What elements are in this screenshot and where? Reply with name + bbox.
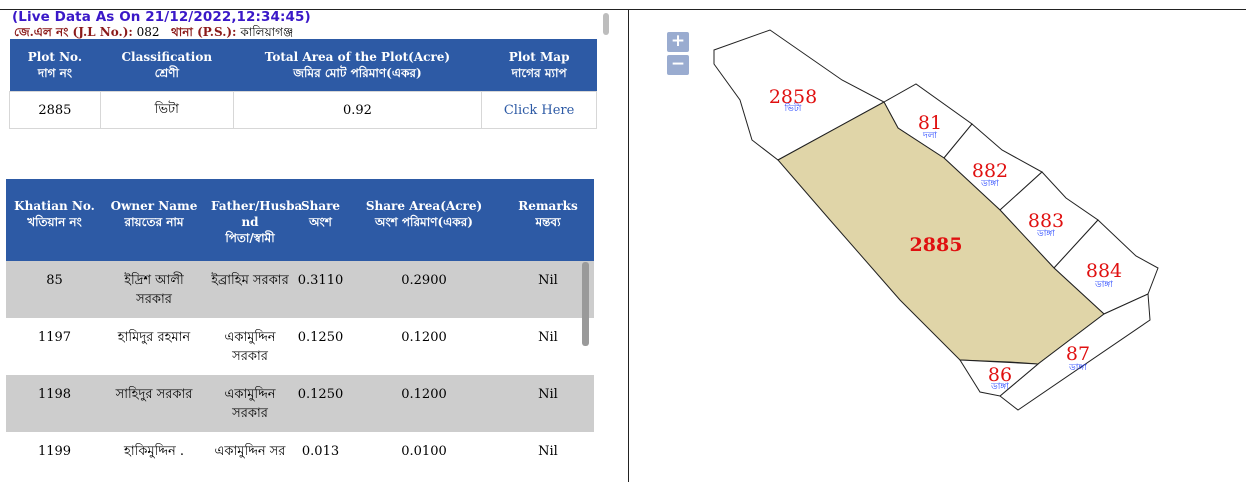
plot-num-884: 884: [1086, 260, 1122, 282]
cell-share: 0.1250: [295, 375, 346, 432]
cell-khatian: 1198: [6, 375, 103, 432]
plot-table-header: Plot No. দাগ নং Classification শ্রেণী Tota…: [9, 39, 597, 92]
header-khatian: Khatian No. খতিয়ান নং: [6, 179, 103, 261]
plot-table: Plot No. দাগ নং Classification শ্রেণী Tota…: [9, 39, 597, 129]
cell-area: 0.92: [232, 91, 483, 129]
cell-share: 0.013: [301, 444, 340, 459]
cell-remarks: Nil: [538, 330, 558, 345]
cell-owner: ইদ্রিশ আলী সরকার: [103, 261, 205, 318]
ps-label: থানা (P.S.):: [171, 25, 237, 39]
header-plot-no: Plot No. দাগ নং: [9, 39, 101, 92]
table-row: 1197 হামিদুর রহমান একামুদ্দিন সরকার 0.12…: [6, 318, 594, 375]
cell-khatian: 85: [6, 261, 103, 318]
cell-share: 0.1250: [297, 330, 344, 345]
plot-type-882: ডাঙ্গা: [980, 179, 999, 189]
cell-owner: হাকিমুদ্দিন .: [124, 444, 184, 459]
plot-type-87: ডাঙ্গা: [1068, 363, 1087, 373]
cell-share-area: 0.1200: [401, 330, 447, 345]
plot-type-883: ডাঙ্গা: [1036, 229, 1055, 239]
cell-share-area: 0.1200: [346, 375, 502, 432]
plot-num-87: 87: [1066, 343, 1090, 365]
table-row: 85 ইদ্রিশ আলী সরকার ইব্রাহিম সরকার 0.311…: [6, 261, 594, 318]
cell-father: ইব্রাহিম সরকার: [205, 261, 295, 318]
live-data-timestamp: (Live Data As On 21/12/2022,12:34:45): [12, 9, 311, 25]
cell-remarks: Nil: [502, 261, 594, 318]
cell-plot-no: 2885: [9, 91, 101, 129]
cell-share-area: 0.0100: [401, 444, 447, 459]
header-share: Share অংশ: [295, 179, 346, 261]
owner-table-container[interactable]: Khatian No. খতিয়ান নং Owner Name রায়তের …: [6, 179, 594, 461]
cell-plot-map: Click Here: [481, 91, 597, 129]
cell-remarks: Nil: [538, 444, 558, 459]
cell-remarks: Nil: [502, 375, 594, 432]
cell-classification: ভিটা: [99, 91, 234, 129]
jl-value: 082: [136, 25, 160, 39]
header-total-area: Total Area of the Plot(Acre) জমির মোট পরি…: [233, 39, 482, 92]
scrollbar-thumb[interactable]: [603, 13, 609, 35]
cell-owner: হামিদুর রহমান: [117, 330, 191, 345]
cell-khatian: 1197: [37, 330, 72, 345]
plot-row: 2885 ভিটা 0.92 Click Here: [9, 91, 597, 129]
cell-father: একামুদ্দিন সরকার: [224, 330, 276, 364]
cell-father: একামুদ্দিন সরকার: [205, 375, 295, 432]
plot-num-2885: 2885: [910, 234, 963, 256]
plot-type-884: ডাঙ্গা: [1094, 280, 1113, 290]
plot-map[interactable]: 2858 ভিটা 81 দলা 882 ডাঙ্গা 883 ডাঙ্গা 8…: [629, 10, 1246, 482]
click-here-link[interactable]: Click Here: [504, 103, 575, 118]
cell-khatian: 1199: [37, 444, 72, 459]
cell-father: একামুদ্দিন সর: [214, 444, 286, 459]
plot-type-81: দলা: [922, 131, 937, 141]
cell-owner: সাহিদুর সরকার: [103, 375, 205, 432]
owner-table-header: Khatian No. খতিয়ান নং Owner Name রায়তের …: [6, 179, 594, 261]
header-classification: Classification শ্রেণী: [100, 39, 234, 92]
ps-value: কালিয়াগঞ্জ: [240, 25, 294, 39]
header-owner: Owner Name রায়তের নাম: [103, 179, 205, 261]
table-row: 1199 হাকিমুদ্দিন . একামুদ্দিন সর 0.013 0…: [6, 432, 594, 461]
plot-type-86: ডাঙ্গা: [990, 382, 1009, 392]
plot-type-2858: ভিটা: [784, 102, 802, 114]
header-plot-map: Plot Map দাগের ম্যাপ: [481, 39, 597, 92]
table-row: 1198 সাহিদুর সরকার একামুদ্দিন সরকার 0.12…: [6, 375, 594, 432]
header-remarks: Remarks মন্তব্য: [502, 179, 594, 261]
cell-share: 0.3110: [295, 261, 346, 318]
jl-label: জে.এল নং (J.L No.):: [14, 25, 133, 39]
table-scrollbar-thumb[interactable]: [582, 262, 589, 346]
cell-share-area: 0.2900: [346, 261, 502, 318]
header-father: Father/Husba nd পিতা/স্বামী: [205, 179, 302, 261]
header-share-area: Share Area(Acre) অংশ পরিমাণ(একর): [346, 179, 502, 261]
owner-table: Khatian No. খতিয়ান নং Owner Name রায়তের …: [6, 179, 594, 461]
